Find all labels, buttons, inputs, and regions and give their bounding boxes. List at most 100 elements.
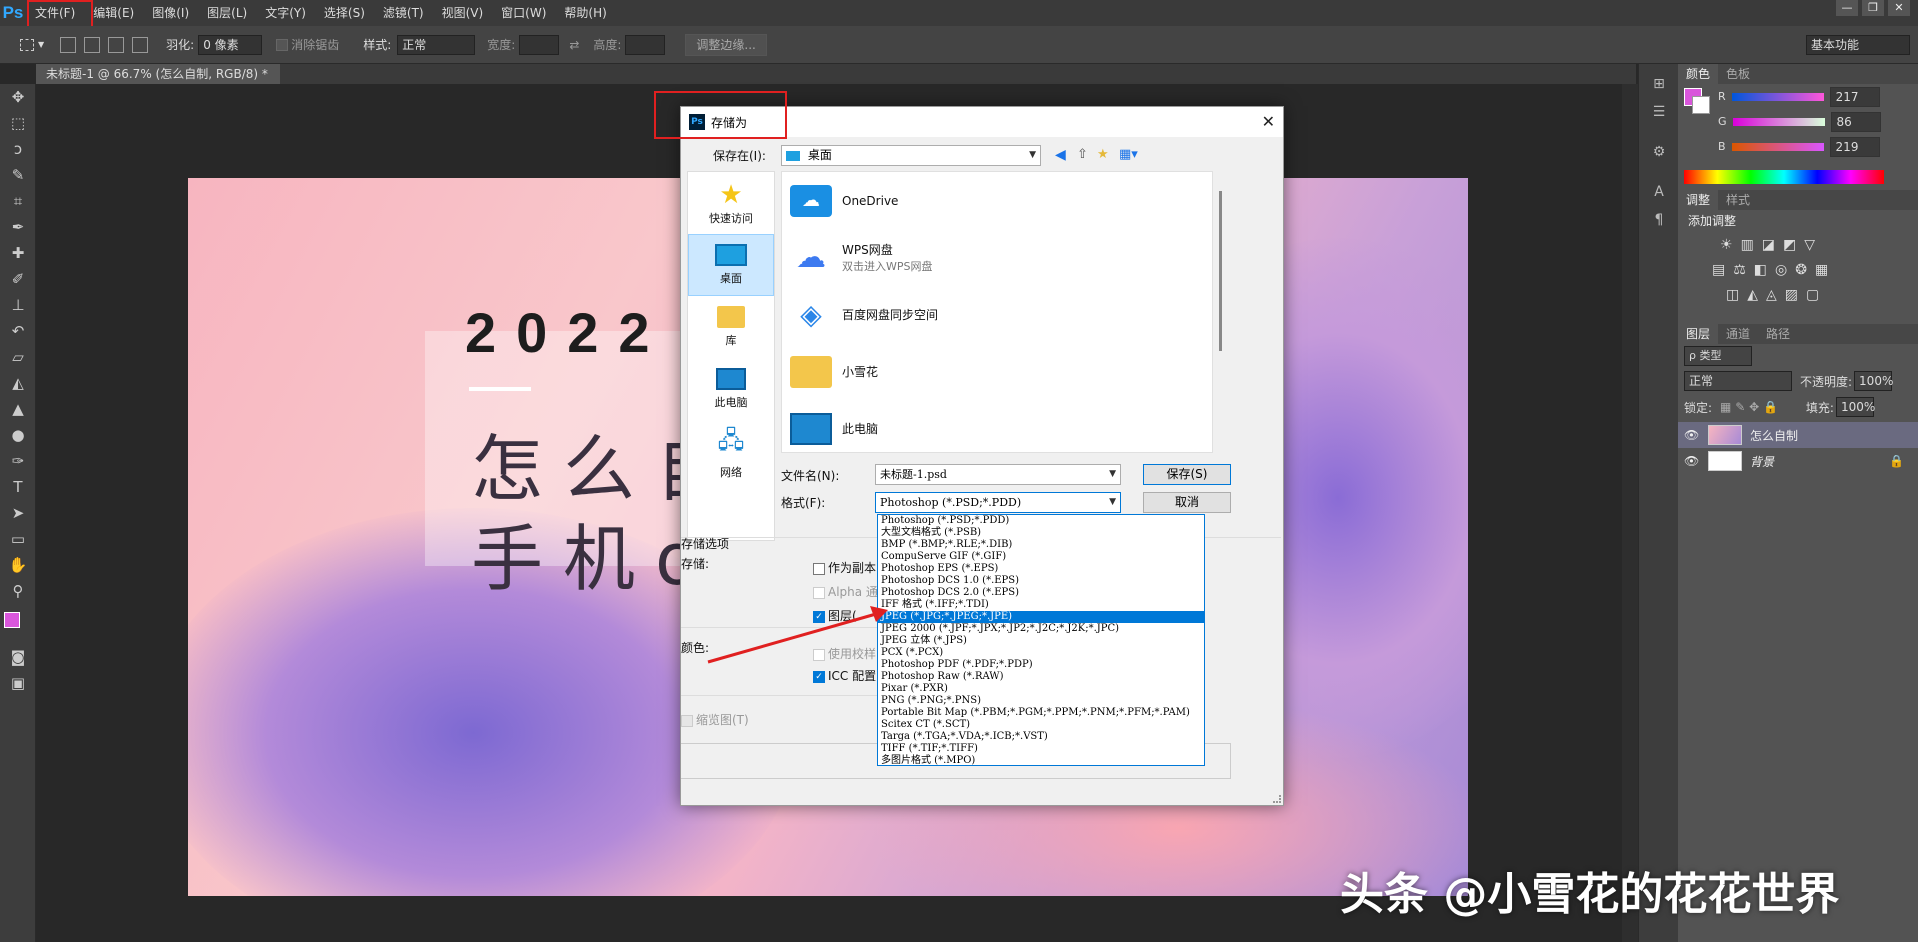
file-item[interactable]: 小雪花 — [782, 343, 1212, 400]
menu-help[interactable]: 帮助(H) — [555, 0, 615, 26]
posterize-icon[interactable]: ◭ — [1747, 287, 1758, 303]
marquee-icon[interactable]: ⬚ — [0, 110, 36, 136]
color-swatches[interactable] — [0, 604, 35, 644]
format-option[interactable]: Photoshop PDF (*.PDF;*.PDP) — [878, 659, 1204, 671]
file-item[interactable]: ◈ 百度网盘同步空间 — [782, 286, 1212, 343]
minimize-icon[interactable]: — — [1836, 0, 1858, 16]
back-icon[interactable]: ◀ — [1055, 147, 1066, 163]
place-network[interactable]: 🖧 网络 — [688, 420, 774, 482]
thumbnail-option[interactable]: 缩览图(T) — [681, 711, 749, 728]
gradient-map-icon[interactable]: ▨ — [1785, 287, 1798, 303]
refine-edge-button[interactable]: 调整边缘... — [685, 33, 767, 56]
alpha-option[interactable]: Alpha 通 — [813, 583, 878, 600]
view-menu-icon[interactable]: ▦▾ — [1119, 147, 1138, 162]
thumbnail-checkbox[interactable] — [681, 714, 693, 727]
style-select[interactable]: 正常 — [397, 34, 476, 55]
format-option[interactable]: Portable Bit Map (*.PBM;*.PGM;*.PPM;*.PN… — [878, 707, 1204, 719]
menu-image[interactable]: 图像(I) — [143, 0, 198, 26]
hue-icon[interactable]: ▤ — [1712, 262, 1725, 278]
red-slider[interactable] — [1731, 92, 1824, 101]
up-folder-icon[interactable]: ⇧ — [1077, 147, 1088, 162]
format-option[interactable]: Photoshop DCS 2.0 (*.EPS) — [878, 587, 1204, 599]
place-quick-access[interactable]: ★ 快速访问 — [688, 172, 774, 234]
tab-channels[interactable]: 通道 — [1718, 324, 1758, 344]
menu-window[interactable]: 窗口(W) — [492, 0, 555, 26]
antialias-checkbox[interactable] — [276, 38, 289, 51]
quick-mask-icon[interactable]: ◙ — [0, 644, 36, 670]
resize-grip-icon[interactable] — [1273, 795, 1281, 803]
blue-slider[interactable] — [1731, 142, 1824, 151]
healing-brush-icon[interactable]: ✚ — [0, 240, 36, 266]
format-select[interactable]: Photoshop (*.PSD;*.PDD) ▼ — [875, 492, 1121, 513]
foreground-color-swatch[interactable] — [4, 612, 20, 628]
format-option[interactable]: Targa (*.TGA;*.VDA;*.ICB;*.VST) — [878, 731, 1204, 743]
brush-icon[interactable]: ✐ — [0, 266, 36, 292]
zoom-icon[interactable]: ⚲ — [0, 578, 36, 604]
hand-icon[interactable]: ✋ — [0, 552, 36, 578]
eye-icon[interactable]: 👁 — [1684, 428, 1700, 442]
tab-swatches[interactable]: 色板 — [1718, 64, 1758, 84]
workspace-select[interactable]: 基本功能 — [1806, 34, 1910, 55]
subtract-selection-icon[interactable] — [108, 36, 125, 53]
menu-view[interactable]: 视图(V) — [433, 0, 493, 26]
menu-type[interactable]: 文字(Y) — [256, 0, 315, 26]
place-this-pc[interactable]: 此电脑 — [688, 358, 774, 420]
new-selection-icon[interactable] — [60, 36, 77, 53]
stamp-icon[interactable]: ⊥ — [0, 292, 36, 318]
menu-edit[interactable]: 编辑(E) — [84, 0, 143, 26]
blur-icon[interactable]: ▲ — [0, 396, 36, 422]
new-folder-icon[interactable]: ★ — [1097, 147, 1109, 162]
quick-select-icon[interactable]: ✎ — [0, 162, 36, 188]
restore-icon[interactable]: ❐ — [1862, 0, 1884, 16]
file-item[interactable]: ☁ WPS网盘 双击进入WPS网盘 — [782, 229, 1212, 286]
feather-input[interactable]: 0 像素 — [198, 34, 263, 55]
eraser-icon[interactable]: ▱ — [0, 344, 36, 370]
bw-icon[interactable]: ◧ — [1754, 262, 1767, 278]
green-slider[interactable] — [1732, 117, 1825, 126]
type-icon[interactable]: T — [0, 474, 36, 500]
eye-icon[interactable]: 👁 — [1684, 454, 1700, 468]
crop-icon[interactable]: ⌗ — [0, 188, 36, 214]
lock-pixels-icon[interactable]: ▦ ✎ ✥ 🔒 — [1720, 400, 1778, 414]
format-option[interactable]: IFF 格式 (*.IFF;*.TDI) — [878, 599, 1204, 611]
shape-icon[interactable]: ▭ — [0, 526, 36, 552]
screen-mode-icon[interactable]: ▣ — [0, 670, 36, 696]
character-icon[interactable]: A — [1639, 178, 1679, 206]
copy-option[interactable]: 作为副本 — [813, 559, 876, 576]
history-brush-icon[interactable]: ↶ — [0, 318, 36, 344]
icc-checkbox[interactable]: ✓ — [813, 670, 825, 683]
format-option[interactable]: Photoshop EPS (*.EPS) — [878, 563, 1204, 575]
color-spectrum-bar[interactable] — [1684, 170, 1884, 184]
save-button[interactable]: 保存(S) — [1143, 464, 1231, 485]
format-option[interactable]: Photoshop (*.PSD;*.PDD) — [878, 515, 1204, 527]
channel-mixer-icon[interactable]: ❂ — [1795, 262, 1807, 278]
copy-checkbox[interactable] — [813, 562, 825, 575]
format-option[interactable]: TIFF (*.TIF;*.TIFF) — [878, 743, 1204, 755]
vibrance-icon[interactable]: ▽ — [1804, 237, 1815, 253]
green-value-input[interactable]: 86 — [1830, 111, 1881, 132]
format-option[interactable]: Scitex CT (*.SCT) — [878, 719, 1204, 731]
close-icon[interactable]: ✕ — [1888, 0, 1910, 16]
format-option[interactable]: Photoshop DCS 1.0 (*.EPS) — [878, 575, 1204, 587]
invert-icon[interactable]: ◫ — [1726, 287, 1739, 303]
width-input[interactable] — [519, 34, 560, 55]
format-option[interactable]: PCX (*.PCX) — [878, 647, 1204, 659]
save-in-select[interactable]: 桌面 ▼ — [781, 145, 1041, 166]
format-option[interactable]: CompuServe GIF (*.GIF) — [878, 551, 1204, 563]
close-icon[interactable]: ✕ — [1262, 112, 1275, 131]
blue-value-input[interactable]: 219 — [1829, 136, 1880, 157]
menu-filter[interactable]: 滤镜(T) — [374, 0, 433, 26]
alpha-checkbox[interactable] — [813, 586, 825, 599]
selective-color-icon[interactable]: ▢ — [1806, 287, 1819, 303]
swap-icon[interactable]: ⇄ — [569, 38, 579, 52]
color-lookup-icon[interactable]: ▦ — [1815, 262, 1828, 278]
format-option[interactable]: JPEG 立体 (*.JPS) — [878, 635, 1204, 647]
fill-input[interactable]: 100% — [1835, 397, 1875, 417]
history-icon[interactable]: ⊞ — [1639, 70, 1679, 98]
pen-icon[interactable]: ✑ — [0, 448, 36, 474]
cancel-button[interactable]: 取消 — [1143, 492, 1231, 513]
brush-preset-icon[interactable]: ⚙ — [1639, 138, 1679, 166]
format-option[interactable]: 多图片格式 (*.MPO) — [878, 755, 1204, 765]
format-option[interactable]: JPEG 2000 (*.JPF;*.JPX;*.JP2;*.J2C;*.J2K… — [878, 623, 1204, 635]
format-option[interactable]: Photoshop Raw (*.RAW) — [878, 671, 1204, 683]
